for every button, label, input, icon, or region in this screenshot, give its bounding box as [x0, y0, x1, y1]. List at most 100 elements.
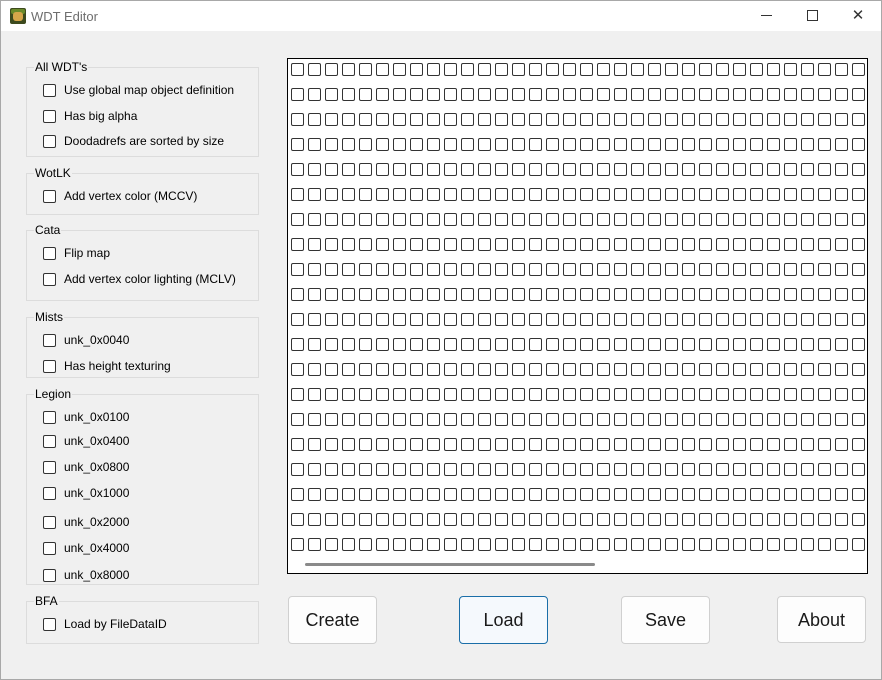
tile-checkbox[interactable]: [580, 138, 593, 151]
tile-checkbox[interactable]: [801, 188, 814, 201]
tile-checkbox[interactable]: [444, 413, 457, 426]
tile-checkbox[interactable]: [546, 338, 559, 351]
tile-checkbox[interactable]: [801, 363, 814, 376]
tile-checkbox[interactable]: [410, 88, 423, 101]
tile-checkbox[interactable]: [835, 63, 848, 76]
tile-checkbox[interactable]: [325, 213, 338, 226]
tile-checkbox[interactable]: [359, 463, 372, 476]
tile-checkbox[interactable]: [444, 113, 457, 126]
tile-checkbox[interactable]: [308, 438, 321, 451]
tile-checkbox[interactable]: [767, 388, 780, 401]
tile-checkbox[interactable]: [325, 538, 338, 551]
tile-checkbox[interactable]: [801, 538, 814, 551]
tile-checkbox[interactable]: [631, 338, 644, 351]
checkbox-add-vertex-color-mccv[interactable]: Add vertex color (MCCV): [43, 187, 197, 205]
tile-checkbox[interactable]: [427, 213, 440, 226]
tile-checkbox[interactable]: [665, 513, 678, 526]
tile-checkbox[interactable]: [427, 163, 440, 176]
tile-checkbox[interactable]: [631, 88, 644, 101]
tile-checkbox[interactable]: [733, 63, 746, 76]
checkbox-box[interactable]: [43, 333, 56, 347]
tile-checkbox[interactable]: [325, 263, 338, 276]
tile-checkbox[interactable]: [427, 138, 440, 151]
tile-checkbox[interactable]: [631, 263, 644, 276]
tile-checkbox[interactable]: [546, 363, 559, 376]
tile-checkbox[interactable]: [665, 388, 678, 401]
tile-checkbox[interactable]: [648, 463, 661, 476]
tile-checkbox[interactable]: [376, 263, 389, 276]
tile-checkbox[interactable]: [325, 188, 338, 201]
tile-checkbox[interactable]: [614, 238, 627, 251]
tile-checkbox[interactable]: [529, 163, 542, 176]
tile-checkbox[interactable]: [835, 363, 848, 376]
tile-checkbox[interactable]: [342, 113, 355, 126]
tile-checkbox[interactable]: [376, 113, 389, 126]
tile-checkbox[interactable]: [750, 338, 763, 351]
tile-checkbox[interactable]: [682, 213, 695, 226]
tile-checkbox[interactable]: [852, 213, 865, 226]
tile-checkbox[interactable]: [529, 263, 542, 276]
tile-checkbox[interactable]: [699, 113, 712, 126]
tile-checkbox[interactable]: [325, 288, 338, 301]
tile-checkbox[interactable]: [597, 213, 610, 226]
tile-checkbox[interactable]: [818, 388, 831, 401]
tile-checkbox[interactable]: [818, 538, 831, 551]
tile-checkbox[interactable]: [410, 63, 423, 76]
tile-checkbox[interactable]: [716, 213, 729, 226]
tile-checkbox[interactable]: [818, 263, 831, 276]
tile-checkbox[interactable]: [478, 63, 491, 76]
tile-checkbox[interactable]: [801, 288, 814, 301]
tile-checkbox[interactable]: [767, 513, 780, 526]
tile-checkbox[interactable]: [835, 488, 848, 501]
tile-checkbox[interactable]: [427, 238, 440, 251]
tile-checkbox[interactable]: [597, 363, 610, 376]
checkbox-unk-0x8000[interactable]: unk_0x8000: [43, 566, 129, 584]
tile-checkbox[interactable]: [665, 463, 678, 476]
tile-checkbox[interactable]: [563, 438, 576, 451]
tile-checkbox[interactable]: [325, 388, 338, 401]
tile-checkbox[interactable]: [427, 88, 440, 101]
tile-checkbox[interactable]: [342, 538, 355, 551]
tile-checkbox[interactable]: [750, 413, 763, 426]
tile-checkbox[interactable]: [529, 388, 542, 401]
tile-checkbox[interactable]: [461, 213, 474, 226]
tile-checkbox[interactable]: [563, 463, 576, 476]
tile-checkbox[interactable]: [648, 188, 661, 201]
tile-checkbox[interactable]: [291, 288, 304, 301]
tile-checkbox[interactable]: [512, 288, 525, 301]
tile-checkbox[interactable]: [614, 513, 627, 526]
tile-checkbox[interactable]: [699, 238, 712, 251]
tile-checkbox[interactable]: [529, 413, 542, 426]
tile-checkbox[interactable]: [308, 363, 321, 376]
tile-checkbox[interactable]: [291, 513, 304, 526]
checkbox-unk-0x0800[interactable]: unk_0x0800: [43, 458, 129, 476]
tile-checkbox[interactable]: [393, 313, 406, 326]
tile-checkbox[interactable]: [427, 288, 440, 301]
tile-checkbox[interactable]: [478, 113, 491, 126]
tile-checkbox[interactable]: [852, 388, 865, 401]
tile-checkbox[interactable]: [444, 188, 457, 201]
checkbox-unk-0x4000[interactable]: unk_0x4000: [43, 539, 129, 557]
tile-checkbox[interactable]: [393, 488, 406, 501]
tile-checkbox[interactable]: [376, 388, 389, 401]
tile-checkbox[interactable]: [393, 138, 406, 151]
tile-checkbox[interactable]: [614, 213, 627, 226]
tile-checkbox[interactable]: [563, 163, 576, 176]
tile-checkbox[interactable]: [580, 463, 593, 476]
tile-checkbox[interactable]: [597, 113, 610, 126]
checkbox-use-global-map-object-definition[interactable]: Use global map object definition: [43, 81, 234, 99]
tile-checkbox[interactable]: [308, 263, 321, 276]
tile-checkbox[interactable]: [580, 438, 593, 451]
tile-checkbox[interactable]: [716, 513, 729, 526]
tile-checkbox[interactable]: [512, 488, 525, 501]
tile-checkbox[interactable]: [342, 463, 355, 476]
tile-checkbox[interactable]: [461, 263, 474, 276]
tile-checkbox[interactable]: [376, 338, 389, 351]
tile-checkbox[interactable]: [393, 88, 406, 101]
tile-checkbox[interactable]: [512, 163, 525, 176]
tile-checkbox[interactable]: [342, 388, 355, 401]
tile-checkbox[interactable]: [478, 438, 491, 451]
tile-checkbox[interactable]: [631, 363, 644, 376]
tile-checkbox[interactable]: [529, 438, 542, 451]
tile-checkbox[interactable]: [461, 513, 474, 526]
